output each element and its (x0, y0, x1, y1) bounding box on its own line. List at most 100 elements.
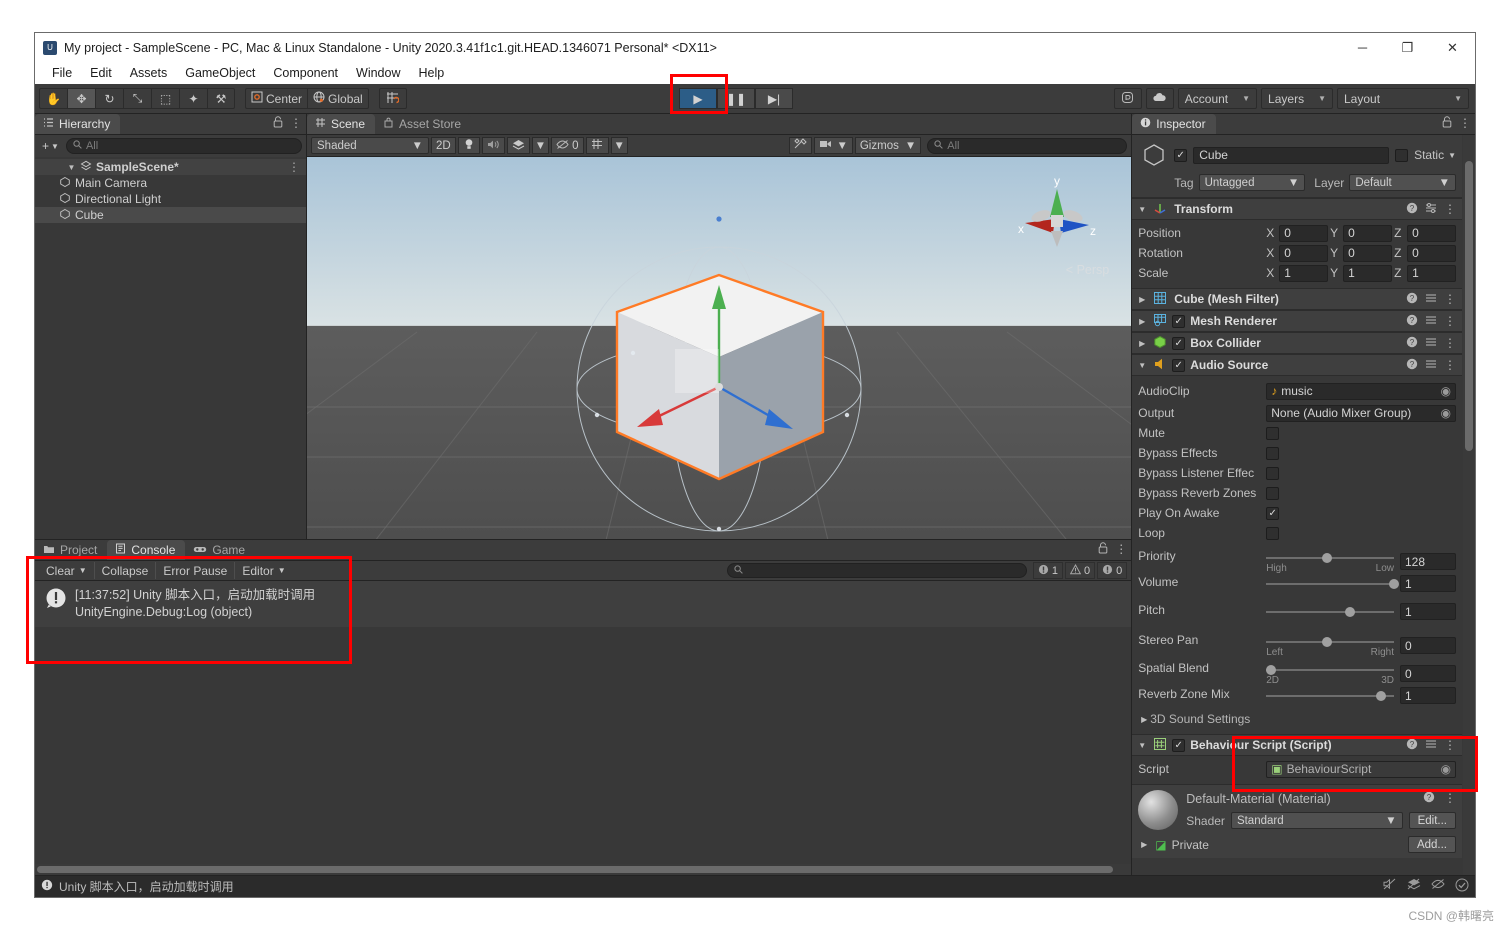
loop-checkbox[interactable]: ✓ (1266, 526, 1280, 540)
object-picker-icon[interactable]: ◉ (1441, 762, 1451, 776)
mute-checkbox[interactable]: ✓ (1266, 426, 1280, 440)
component-header-box-collider[interactable]: ▶ ✓ Box Collider ? ⋮ (1132, 332, 1462, 354)
preset-icon[interactable] (1425, 314, 1437, 329)
expand-arrow-icon[interactable]: ▶ (1136, 339, 1148, 348)
help-icon[interactable]: ? (1423, 791, 1435, 806)
add-component-button[interactable]: Add... (1407, 836, 1456, 853)
expand-arrow-icon[interactable]: ▼ (1136, 205, 1148, 214)
inspector-vscrollbar[interactable] (1463, 135, 1475, 875)
help-icon[interactable]: ? (1406, 292, 1418, 307)
preset-icon[interactable] (1425, 738, 1437, 753)
stereo-pan-input[interactable]: 0 (1400, 637, 1456, 654)
editor-dropdown[interactable]: Editor ▼ (235, 562, 292, 579)
gizmos-button[interactable]: Gizmos ▼ (854, 137, 922, 154)
eye-off-icon[interactable] (1431, 878, 1445, 895)
hierarchy-menu-icon[interactable]: ⋮ (290, 116, 302, 131)
static-checkbox[interactable]: ✓ (1395, 148, 1409, 162)
grid-snapping-button[interactable] (378, 88, 407, 109)
preset-icon[interactable] (1425, 358, 1437, 373)
scene-visibility-button[interactable]: 0 (551, 137, 584, 154)
scale-z-input[interactable]: 1 (1407, 264, 1456, 282)
error-pause-button[interactable]: Error Pause (156, 562, 236, 579)
error-count[interactable]: 0 (1097, 562, 1128, 579)
help-icon[interactable]: ? (1406, 202, 1418, 217)
component-menu-icon[interactable]: ⋮ (1444, 202, 1456, 217)
bypass-listener-checkbox[interactable]: ✓ (1266, 466, 1280, 480)
mesh-renderer-enabled-checkbox[interactable]: ✓ (1172, 314, 1186, 328)
pivot-mode-button[interactable]: Center (245, 88, 308, 109)
priority-slider[interactable] (1266, 549, 1394, 566)
rotation-x-input[interactable]: 0 (1279, 244, 1329, 262)
scale-tool-button[interactable]: ⤡ (123, 88, 151, 109)
menu-item-window[interactable]: Window (347, 64, 409, 82)
3d-sound-settings-row[interactable]: ▶ 3D Sound Settings (1138, 709, 1456, 729)
console-search-input[interactable] (726, 563, 1027, 578)
preset-icon[interactable] (1425, 292, 1437, 307)
cloud-button[interactable] (1145, 88, 1174, 109)
console-log-list[interactable]: [11:37:52] Unity 脚本入口，启动加载时调用 UnityEngin… (35, 581, 1132, 864)
console-menu-icon[interactable]: ⋮ (1115, 542, 1127, 557)
warning-count[interactable]: 0 (1064, 562, 1096, 579)
projection-mode-label[interactable]: < Persp (1066, 263, 1109, 277)
hierarchy-search-input[interactable]: All (65, 138, 302, 154)
layers-icon[interactable] (1407, 878, 1421, 895)
inspector-vscroll-thumb[interactable] (1465, 161, 1473, 451)
grid-visibility-button[interactable] (585, 137, 609, 154)
camera-settings-button[interactable]: ▼ (814, 137, 853, 154)
pitch-slider[interactable] (1266, 603, 1394, 620)
audio-source-enabled-checkbox[interactable]: ✓ (1172, 358, 1186, 372)
static-dropdown[interactable]: Static ▼ (1414, 148, 1456, 162)
scene-search-input[interactable]: All (927, 137, 1128, 154)
hierarchy-item-main-camera[interactable]: Main Camera (35, 175, 306, 191)
preset-icon[interactable] (1425, 336, 1437, 351)
expand-arrow-icon[interactable]: ▶ (1136, 295, 1148, 304)
hand-tool-button[interactable]: ✋ (39, 88, 67, 109)
mute-icon[interactable] (1383, 878, 1397, 895)
help-icon[interactable]: ? (1406, 358, 1418, 373)
expand-arrow-icon[interactable]: ▶ (1136, 317, 1148, 326)
audioclip-object-field[interactable]: ♪ music ◉ (1266, 382, 1456, 400)
tab-scene[interactable]: Scene (307, 114, 376, 134)
position-x-input[interactable]: 0 (1279, 224, 1329, 242)
hierarchy-item-samplescene[interactable]: ▼ SampleScene* ⋮ (35, 159, 306, 175)
collab-button[interactable] (1113, 88, 1142, 109)
shader-dropdown[interactable]: Standard ▼ (1230, 812, 1403, 829)
close-button[interactable]: ✕ (1430, 33, 1475, 62)
layers-dropdown[interactable]: Layers ▼ (1261, 88, 1333, 109)
toggle-lighting-button[interactable] (457, 137, 480, 154)
volume-input[interactable]: 1 (1400, 575, 1456, 592)
spatial-blend-input[interactable]: 0 (1400, 665, 1456, 682)
component-header-mesh-filter[interactable]: ▶ Cube (Mesh Filter) ? ⋮ (1132, 288, 1462, 310)
object-picker-icon[interactable]: ◉ (1441, 406, 1451, 420)
lock-icon[interactable] (1442, 116, 1452, 131)
rect-tool-button[interactable]: ⬚ (151, 88, 179, 109)
minimize-button[interactable]: ─ (1340, 33, 1385, 62)
object-name-input[interactable]: Cube (1193, 146, 1390, 164)
fx-dropdown[interactable]: ▼ (531, 137, 550, 154)
tab-project[interactable]: Project (35, 540, 108, 560)
component-header-audio-source[interactable]: ▼ ✓ Audio Source ? ⋮ (1132, 354, 1462, 376)
collapse-button[interactable]: Collapse (95, 562, 157, 579)
menu-item-assets[interactable]: Assets (121, 64, 177, 82)
position-y-input[interactable]: 0 (1343, 224, 1393, 242)
object-enabled-checkbox[interactable]: ✓ (1174, 148, 1188, 162)
expand-arrow-icon[interactable]: ▼ (1136, 361, 1148, 370)
reverb-zone-mix-slider[interactable] (1266, 687, 1394, 704)
bypass-reverb-checkbox[interactable]: ✓ (1266, 486, 1280, 500)
toggle-2d-button[interactable]: 2D (431, 137, 456, 154)
output-object-field[interactable]: None (Audio Mixer Group) ◉ (1266, 404, 1456, 422)
toggle-audio-button[interactable] (481, 137, 505, 154)
expand-arrow-icon[interactable]: ▶ (1138, 840, 1150, 849)
console-log-entry[interactable]: [11:37:52] Unity 脚本入口，启动加载时调用 UnityEngin… (35, 581, 1132, 627)
scale-y-input[interactable]: 1 (1343, 264, 1393, 282)
add-gameobject-button[interactable]: + ▼ (39, 139, 62, 153)
stereo-pan-slider[interactable] (1266, 633, 1394, 650)
help-icon[interactable]: ? (1406, 738, 1418, 753)
volume-slider[interactable] (1266, 575, 1399, 592)
check-icon[interactable] (1455, 878, 1469, 895)
scale-x-input[interactable]: 1 (1279, 264, 1329, 282)
position-z-input[interactable]: 0 (1407, 224, 1456, 242)
menu-item-help[interactable]: Help (409, 64, 453, 82)
custom-tool-button[interactable]: ⚒ (207, 88, 235, 109)
layout-dropdown[interactable]: Layout ▼ (1337, 88, 1469, 109)
